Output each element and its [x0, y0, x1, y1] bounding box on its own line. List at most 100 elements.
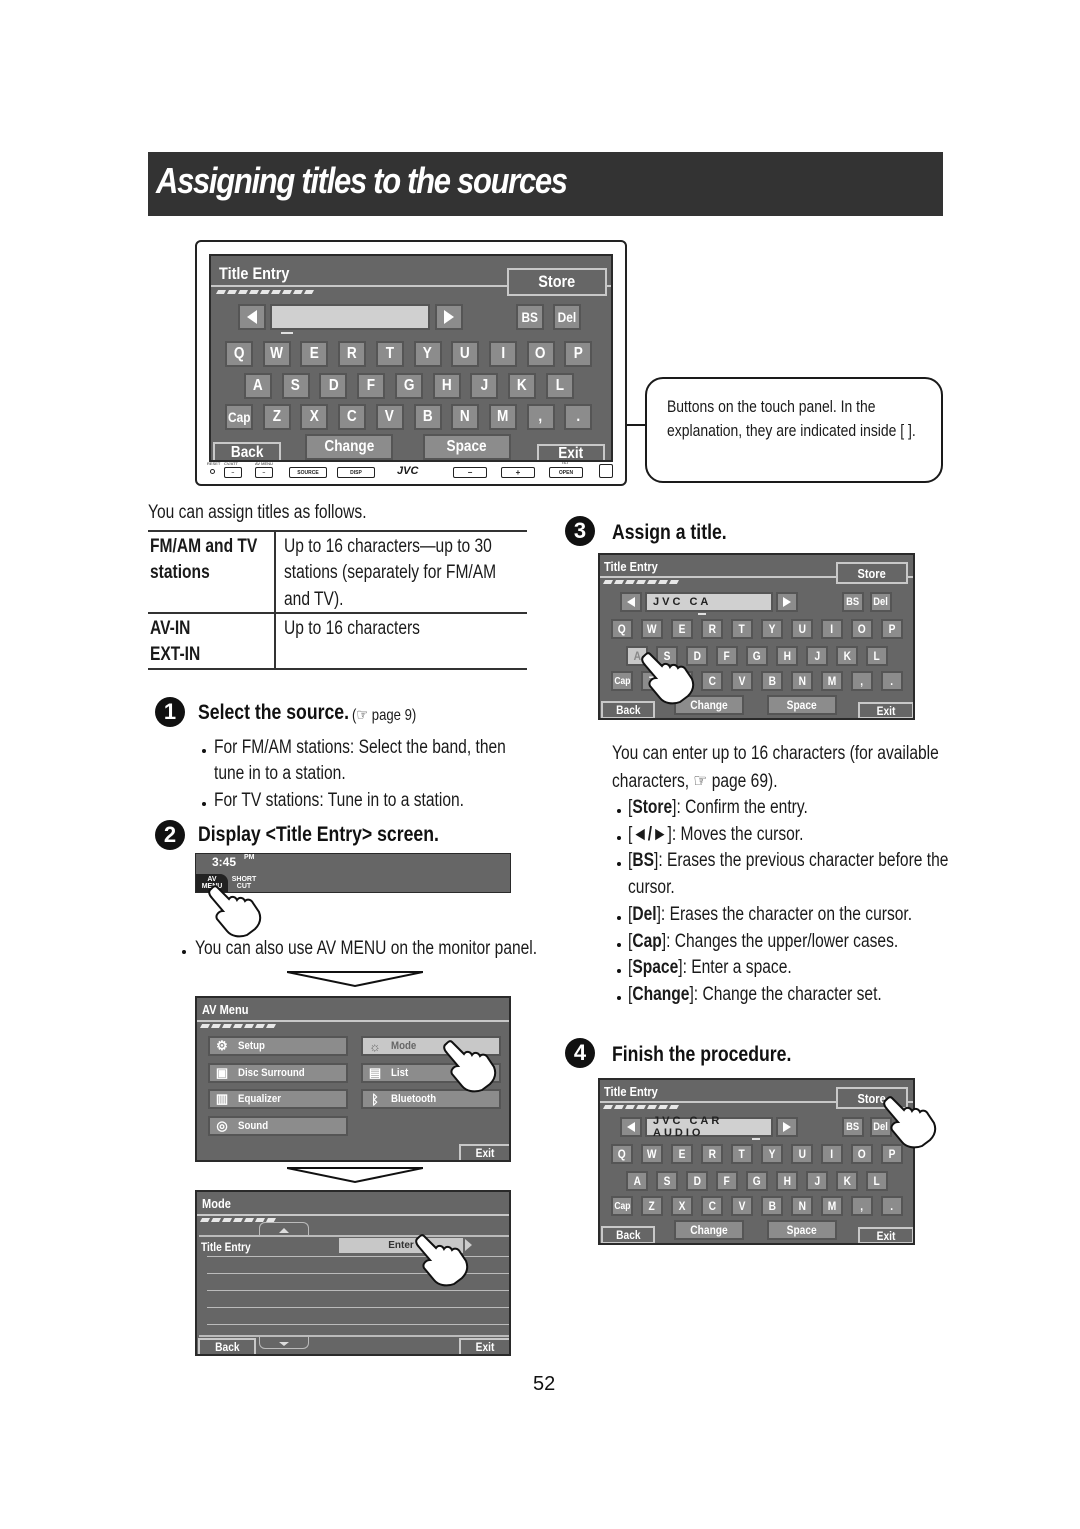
- key-q[interactable]: Q: [611, 1144, 633, 1164]
- back-button[interactable]: Back: [601, 1226, 655, 1243]
- key-m[interactable]: M: [488, 404, 517, 430]
- title-input-field[interactable]: JVC CAR AUDIO: [645, 1115, 773, 1139]
- key-z[interactable]: Z: [262, 404, 291, 430]
- key-z[interactable]: Z: [641, 1196, 663, 1216]
- key-f[interactable]: F: [357, 373, 386, 399]
- key-i[interactable]: I: [488, 341, 517, 367]
- key-o[interactable]: O: [851, 619, 873, 639]
- menu-item-setup[interactable]: ⚙ Setup: [208, 1036, 348, 1056]
- key-c[interactable]: C: [338, 404, 367, 430]
- key-d[interactable]: D: [319, 373, 348, 399]
- key-a[interactable]: A: [626, 1171, 648, 1191]
- key-g[interactable]: G: [394, 373, 423, 399]
- key-u[interactable]: U: [791, 619, 813, 639]
- key-b[interactable]: B: [413, 404, 442, 430]
- key-v[interactable]: V: [375, 404, 404, 430]
- key-t[interactable]: T: [731, 619, 753, 639]
- key-cap[interactable]: Cap: [225, 404, 253, 430]
- volume-up-button[interactable]: +: [501, 467, 535, 478]
- key-d[interactable]: D: [686, 1171, 708, 1191]
- key-p[interactable]: P: [881, 619, 903, 639]
- cursor-right-button[interactable]: [776, 1117, 798, 1137]
- key-b[interactable]: B: [761, 671, 783, 691]
- key-c[interactable]: C: [701, 671, 723, 691]
- del-button[interactable]: Del: [553, 304, 581, 330]
- key-m[interactable]: M: [821, 671, 843, 691]
- key-n[interactable]: N: [451, 404, 480, 430]
- key-t[interactable]: T: [731, 1144, 753, 1164]
- key-a[interactable]: A: [244, 373, 272, 399]
- key-x[interactable]: X: [300, 404, 329, 430]
- key-period[interactable]: .: [881, 671, 903, 691]
- key-w[interactable]: W: [262, 341, 291, 367]
- key-x[interactable]: X: [671, 1196, 693, 1216]
- key-period[interactable]: .: [881, 1196, 903, 1216]
- key-f[interactable]: F: [716, 646, 738, 666]
- key-y[interactable]: Y: [761, 619, 783, 639]
- key-y[interactable]: Y: [413, 341, 442, 367]
- space-button[interactable]: Space: [423, 434, 511, 460]
- cursor-left-button[interactable]: [238, 304, 266, 330]
- exit-button[interactable]: Exit: [459, 1338, 509, 1354]
- menu-item-sound[interactable]: ◎ Sound: [208, 1115, 348, 1136]
- key-h[interactable]: H: [776, 646, 798, 666]
- key-n[interactable]: N: [791, 1196, 813, 1216]
- bs-button[interactable]: BS: [842, 592, 864, 612]
- key-s[interactable]: S: [656, 1171, 678, 1191]
- key-h[interactable]: H: [776, 1171, 798, 1191]
- key-y[interactable]: Y: [761, 1144, 783, 1164]
- key-u[interactable]: U: [791, 1144, 813, 1164]
- key-t[interactable]: T: [375, 341, 404, 367]
- key-b[interactable]: B: [761, 1196, 783, 1216]
- key-o[interactable]: O: [526, 341, 555, 367]
- key-e[interactable]: E: [671, 619, 693, 639]
- key-cap[interactable]: Cap: [611, 1196, 633, 1216]
- key-g[interactable]: G: [746, 1171, 768, 1191]
- key-w[interactable]: W: [641, 1144, 663, 1164]
- key-r[interactable]: R: [701, 1144, 723, 1164]
- cursor-right-button[interactable]: [435, 304, 463, 330]
- store-button[interactable]: Store: [507, 268, 607, 296]
- exit-button[interactable]: Exit: [858, 702, 913, 718]
- exit-button[interactable]: Exit: [459, 1144, 509, 1160]
- key-g[interactable]: G: [746, 646, 768, 666]
- key-r[interactable]: R: [338, 341, 367, 367]
- eject-square-button[interactable]: [599, 464, 613, 478]
- att-button[interactable]: −: [224, 467, 242, 478]
- open-hw-button[interactable]: OPEN: [549, 467, 583, 478]
- disp-hw-button[interactable]: DISP: [337, 467, 375, 478]
- menu-item-equalizer[interactable]: ▥ Equalizer: [208, 1089, 348, 1109]
- key-f[interactable]: F: [716, 1171, 738, 1191]
- key-k[interactable]: K: [836, 1171, 858, 1191]
- key-r[interactable]: R: [701, 619, 723, 639]
- source-hw-button[interactable]: SOURCE: [289, 467, 327, 478]
- key-v[interactable]: V: [731, 671, 753, 691]
- key-comma[interactable]: ,: [851, 1196, 873, 1216]
- change-button[interactable]: Change: [674, 1220, 744, 1240]
- del-button[interactable]: Del: [870, 592, 892, 612]
- key-k[interactable]: K: [507, 373, 536, 399]
- volume-down-button[interactable]: −: [453, 467, 487, 478]
- exit-button[interactable]: Exit: [858, 1227, 913, 1243]
- key-h[interactable]: H: [432, 373, 461, 399]
- space-button[interactable]: Space: [767, 695, 837, 715]
- cursor-left-button[interactable]: [620, 592, 642, 612]
- bs-button[interactable]: BS: [516, 304, 544, 330]
- store-button[interactable]: Store: [836, 562, 908, 584]
- key-n[interactable]: N: [791, 671, 813, 691]
- key-comma[interactable]: ,: [526, 404, 555, 430]
- key-cap[interactable]: Cap: [611, 671, 633, 691]
- scroll-up-button[interactable]: [259, 1222, 309, 1236]
- title-input-field[interactable]: JVC CA: [645, 592, 773, 612]
- key-period[interactable]: .: [564, 404, 593, 430]
- key-u[interactable]: U: [451, 341, 480, 367]
- bs-button[interactable]: BS: [842, 1117, 864, 1137]
- key-l[interactable]: L: [866, 1171, 888, 1191]
- space-button[interactable]: Space: [767, 1220, 837, 1240]
- title-input-field[interactable]: [270, 304, 430, 330]
- key-q[interactable]: Q: [611, 619, 633, 639]
- cursor-left-button[interactable]: [620, 1117, 642, 1137]
- key-j[interactable]: J: [470, 373, 499, 399]
- key-o[interactable]: O: [851, 1144, 873, 1164]
- key-m[interactable]: M: [821, 1196, 843, 1216]
